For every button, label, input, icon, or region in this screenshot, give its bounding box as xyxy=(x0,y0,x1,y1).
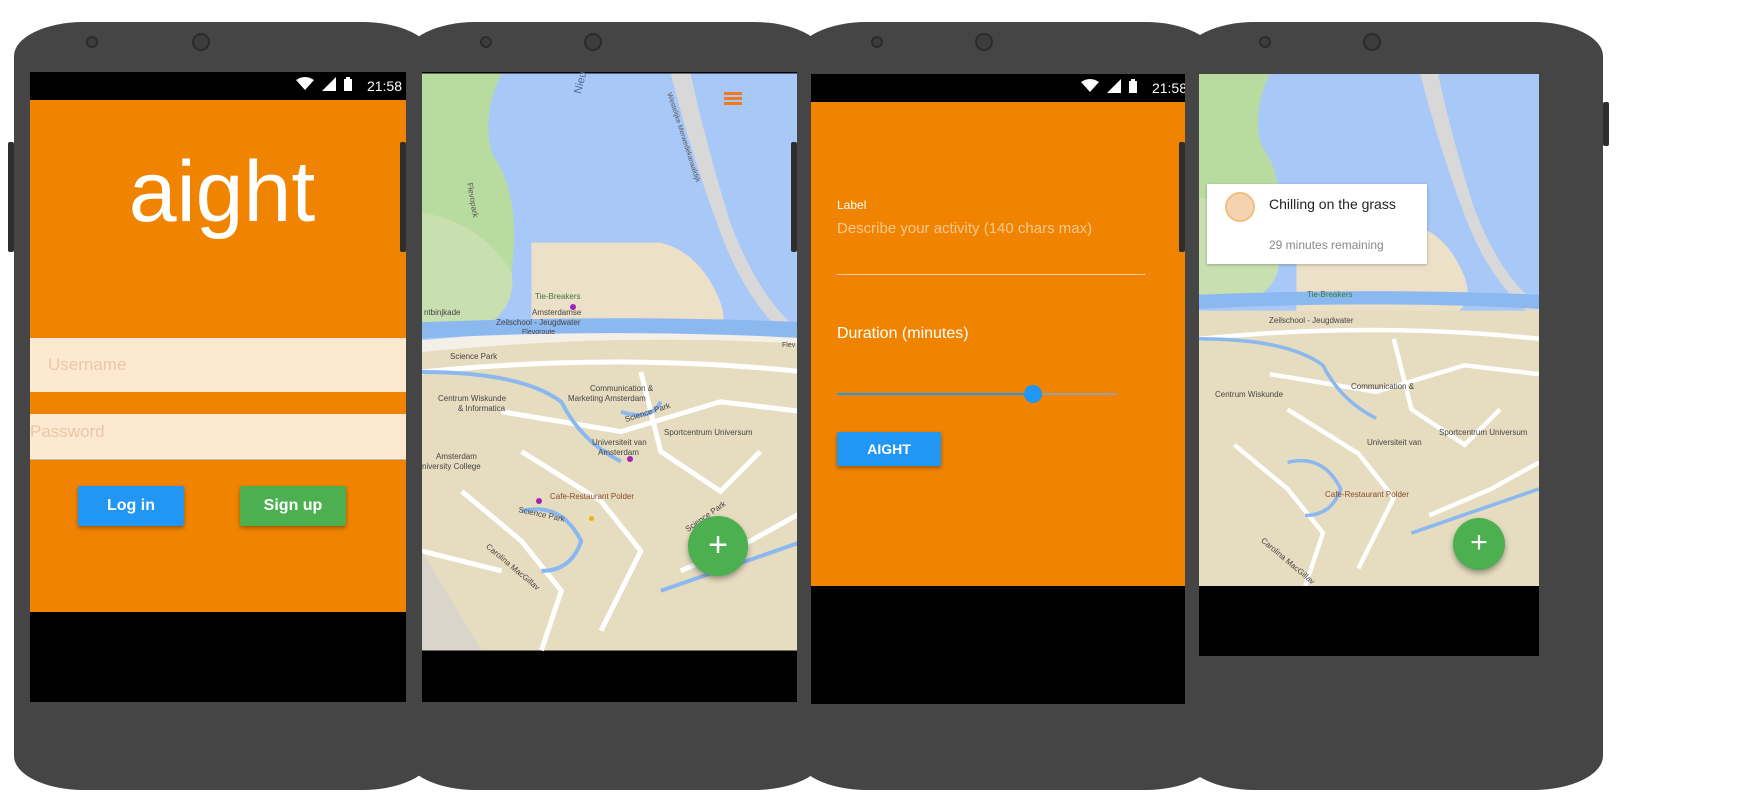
map-label: ntbinjkade xyxy=(424,308,461,317)
map-pin[interactable] xyxy=(589,516,594,521)
wifi-icon xyxy=(296,77,314,94)
side-button xyxy=(8,142,14,252)
login-button[interactable]: Log in xyxy=(78,486,184,526)
status-time: 21:58 xyxy=(366,78,402,94)
duration-slider[interactable] xyxy=(837,384,1117,404)
wifi-icon xyxy=(1081,79,1099,96)
screen: Nieuwe D Flevopark Tie-Breakers Amsterda… xyxy=(422,72,806,702)
map-label: Communication & xyxy=(1351,382,1415,391)
map-label: Centrum Wiskunde xyxy=(438,394,507,403)
phone-map-card: Tie-Breakers Zeilschool - Jeugdwater Com… xyxy=(1179,22,1609,790)
signup-button[interactable]: Sign up xyxy=(240,486,346,526)
map-label: Amsterdam xyxy=(598,448,639,457)
activity-form: Label Describe your activity (140 chars … xyxy=(811,102,1199,586)
speaker-dot xyxy=(86,36,98,48)
phone-map: Nieuwe D Flevopark Tie-Breakers Amsterda… xyxy=(400,22,830,790)
nav-bar xyxy=(30,612,414,702)
map-label: Universiteit van xyxy=(592,438,647,447)
add-activity-button[interactable]: + xyxy=(1453,518,1505,570)
status-bar: 21:58 xyxy=(30,72,414,100)
map-label: Sportcentrum Universum xyxy=(1439,428,1528,437)
map-pin[interactable] xyxy=(627,456,633,462)
map-label: Flev xyxy=(782,342,796,349)
nav-bar xyxy=(811,614,1199,704)
label-title: Label xyxy=(837,198,867,212)
camera-dot xyxy=(1363,33,1381,51)
status-time: 21:58 xyxy=(1151,80,1187,96)
map-label: Tie-Breakers xyxy=(535,292,581,301)
side-button xyxy=(1603,102,1609,146)
map-label: Amsterdam xyxy=(436,452,477,461)
speaker-dot xyxy=(480,36,492,48)
side-button xyxy=(1179,142,1185,252)
login-panel: aight Username Password Log in Sign up xyxy=(30,100,414,612)
camera-dot xyxy=(192,33,210,51)
label-input[interactable]: Describe your activity (140 chars max) xyxy=(837,220,1145,275)
map-label: Communication & xyxy=(590,384,654,393)
map-label: Marketing Amsterdam xyxy=(568,394,646,403)
battery-icon xyxy=(344,77,352,94)
aight-submit-button[interactable]: AIGHT xyxy=(837,432,941,466)
map-label: Zeilschool - Jeugdwater xyxy=(1269,316,1354,325)
camera-dot xyxy=(584,33,602,51)
nav-bar xyxy=(422,652,806,702)
map-pin[interactable] xyxy=(570,304,576,310)
avatar xyxy=(1225,192,1255,222)
map-pin[interactable] xyxy=(536,498,542,504)
map-label: Flevoroute xyxy=(522,329,556,336)
status-bar: 21:58 xyxy=(811,74,1199,102)
speaker-dot xyxy=(871,36,883,48)
nav-bar xyxy=(1199,586,1539,656)
phone-activity-form: 21:58 Label Describe your activity (140 … xyxy=(791,22,1221,790)
activity-remaining: 29 minutes remaining xyxy=(1269,238,1384,252)
duration-title: Duration (minutes) xyxy=(837,325,969,342)
map-label: Centrum Wiskunde xyxy=(1215,390,1284,399)
map-view[interactable] xyxy=(1199,74,1539,586)
side-button xyxy=(400,142,406,252)
map-label: Cafe-Restaurant Polder xyxy=(550,492,635,501)
phone-login: 21:58 aight Username Password Log in Sig… xyxy=(8,22,438,790)
hamburger-menu-icon[interactable] xyxy=(724,92,742,111)
slider-thumb[interactable] xyxy=(1024,385,1042,403)
speaker-dot xyxy=(1259,36,1271,48)
add-activity-button[interactable]: + xyxy=(688,516,748,576)
map-label: Sportcentrum Universum xyxy=(664,428,753,437)
map-label: Science Park xyxy=(450,352,498,361)
signal-icon xyxy=(322,77,336,94)
screen: Tie-Breakers Zeilschool - Jeugdwater Com… xyxy=(1199,74,1539,656)
signal-icon xyxy=(1107,79,1121,96)
username-input[interactable]: Username xyxy=(30,338,412,392)
side-button xyxy=(791,142,797,252)
activity-card[interactable]: Chilling on the grass 29 minutes remaini… xyxy=(1207,184,1427,264)
activity-title: Chilling on the grass xyxy=(1269,196,1396,212)
screen: 21:58 aight Username Password Log in Sig… xyxy=(30,72,414,702)
slider-fill xyxy=(837,393,1033,395)
battery-icon xyxy=(1129,79,1137,96)
map-view[interactable] xyxy=(422,72,804,652)
map-label: Universiteit van xyxy=(1367,438,1422,447)
password-input[interactable]: Password xyxy=(30,414,412,460)
map-label: Zeilschool - Jeugdwater xyxy=(496,318,581,327)
camera-dot xyxy=(975,33,993,51)
map-label: & Informatica xyxy=(458,404,506,413)
map-label: niversity College xyxy=(422,462,481,471)
map-label: Cafe-Restaurant Polder xyxy=(1325,490,1410,499)
screen: 21:58 Label Describe your activity (140 … xyxy=(811,74,1199,704)
map-label: Tie-Breakers xyxy=(1307,290,1353,299)
app-logo-text: aight xyxy=(128,144,316,240)
